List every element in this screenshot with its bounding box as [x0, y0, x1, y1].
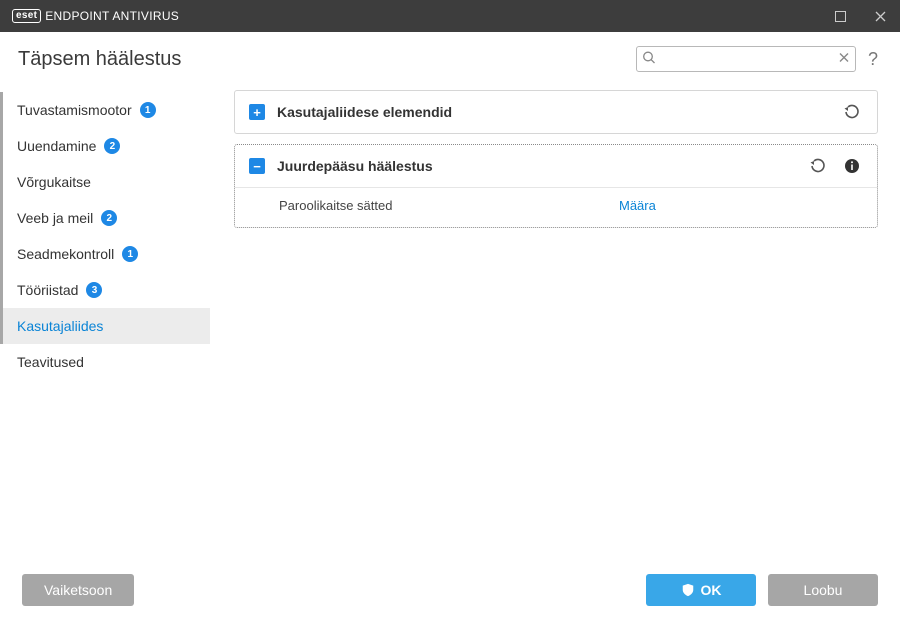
maximize-button[interactable] — [820, 0, 860, 32]
sidebar-item-label: Veeb ja meil — [17, 210, 93, 226]
sidebar-item-web-email[interactable]: Veeb ja meil 2 — [0, 200, 210, 236]
content: + Kasutajaliidese elemendid − Juurdepääs… — [210, 86, 900, 562]
x-icon — [838, 52, 850, 64]
panel-header[interactable]: + Kasutajaliidese elemendid — [235, 91, 877, 133]
sidebar-item-label: Tuvastamismootor — [17, 102, 132, 118]
eset-logo: eset — [12, 9, 41, 23]
sidebar: Tuvastamismootor 1 Uuendamine 2 Võrgukai… — [0, 86, 210, 562]
default-button[interactable]: Vaiketsoon — [22, 574, 134, 606]
expand-icon: + — [249, 104, 265, 120]
info-button[interactable] — [841, 155, 863, 177]
info-icon — [844, 158, 860, 174]
panel-title: Juurdepääsu häälestus — [277, 158, 433, 174]
search-icon — [642, 51, 656, 68]
reset-button[interactable] — [841, 101, 863, 123]
panel-title: Kasutajaliidese elemendid — [277, 104, 452, 120]
ok-button[interactable]: OK — [646, 574, 756, 606]
badge: 1 — [140, 102, 156, 118]
sidebar-item-device-control[interactable]: Seadmekontroll 1 — [0, 236, 210, 272]
sidebar-item-label: Teavitused — [17, 354, 84, 370]
close-button[interactable] — [860, 0, 900, 32]
page-title: Täpsem häälestus — [18, 48, 181, 71]
body: Tuvastamismootor 1 Uuendamine 2 Võrgukai… — [0, 86, 900, 562]
collapse-icon: − — [249, 158, 265, 174]
sidebar-item-notifications[interactable]: Teavitused — [0, 344, 210, 380]
sidebar-item-user-interface[interactable]: Kasutajaliides — [0, 308, 210, 344]
panel-ui-elements: + Kasutajaliidese elemendid — [234, 90, 878, 134]
shield-icon — [681, 583, 695, 597]
sidebar-item-label: Seadmekontroll — [17, 246, 114, 262]
sidebar-item-tools[interactable]: Tööriistad 3 — [0, 272, 210, 308]
cancel-button[interactable]: Loobu — [768, 574, 878, 606]
setting-label: Paroolikaitse sätted — [279, 198, 619, 213]
reset-button[interactable] — [807, 155, 829, 177]
search-wrap — [636, 46, 856, 72]
product-name: ENDPOINT ANTIVIRUS — [45, 9, 179, 23]
setting-action-link[interactable]: Määra — [619, 198, 656, 213]
clear-search-button[interactable] — [838, 52, 850, 67]
ok-label: OK — [701, 582, 722, 598]
sidebar-item-label: Võrgukaitse — [17, 174, 91, 190]
titlebar: eset ENDPOINT ANTIVIRUS — [0, 0, 900, 32]
panel-header[interactable]: − Juurdepääsu häälestus — [235, 145, 877, 187]
close-icon — [875, 11, 886, 22]
badge: 2 — [101, 210, 117, 226]
footer: Vaiketsoon OK Loobu — [0, 562, 900, 618]
badge: 3 — [86, 282, 102, 298]
sidebar-item-detection-engine[interactable]: Tuvastamismootor 1 — [0, 92, 210, 128]
search-input[interactable] — [636, 46, 856, 72]
sidebar-item-label: Uuendamine — [17, 138, 96, 154]
undo-icon — [810, 158, 826, 174]
sidebar-item-label: Kasutajaliides — [17, 318, 103, 334]
sidebar-item-label: Tööriistad — [17, 282, 78, 298]
badge: 2 — [104, 138, 120, 154]
sidebar-item-update[interactable]: Uuendamine 2 — [0, 128, 210, 164]
badge: 1 — [122, 246, 138, 262]
help-button[interactable]: ? — [868, 49, 878, 70]
square-icon — [835, 11, 846, 22]
setting-row-password-protection: Paroolikaitse sätted Määra — [279, 198, 863, 213]
header: Täpsem häälestus ? — [0, 32, 900, 86]
panel-body: Paroolikaitse sätted Määra — [235, 187, 877, 227]
panel-access-setup: − Juurdepääsu häälestus Paroolikaitse sä… — [234, 144, 878, 228]
window-controls — [820, 0, 900, 32]
undo-icon — [844, 104, 860, 120]
brand: eset ENDPOINT ANTIVIRUS — [12, 9, 179, 23]
sidebar-item-network-protection[interactable]: Võrgukaitse — [0, 164, 210, 200]
